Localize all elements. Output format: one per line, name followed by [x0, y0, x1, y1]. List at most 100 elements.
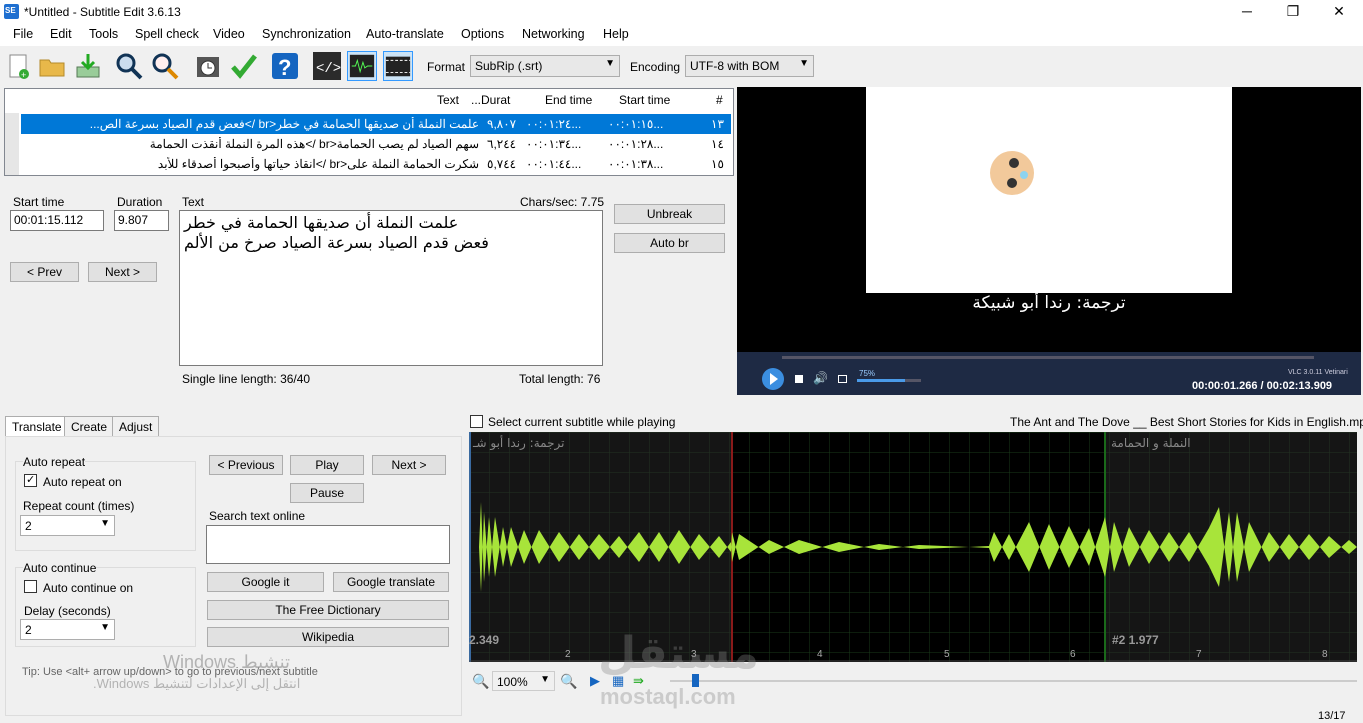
subtitle-text-editor[interactable]: علمت النملة أن صديقها الحمامة في خطر فعض… [179, 210, 603, 366]
auto-continue-checkbox[interactable] [24, 580, 37, 593]
zoom-select[interactable]: 100% ▼ [492, 671, 555, 691]
fullscreen-icon[interactable] [838, 375, 847, 383]
format-value: SubRip (.srt) [475, 59, 543, 73]
row-end: ٠٠:٠١:٢٤... [526, 117, 582, 131]
help-icon[interactable]: ? [270, 51, 300, 81]
open-folder-icon[interactable] [37, 51, 67, 81]
menu-spell-check[interactable]: Spell check [135, 27, 199, 41]
seek-bar[interactable] [782, 356, 1314, 359]
format-select[interactable]: SubRip (.srt) ▼ [470, 55, 620, 77]
menu-file[interactable]: File [13, 27, 33, 41]
ant-character-image [990, 151, 1034, 195]
title-bar: *Untitled - Subtitle Edit 3.6.13 ─ ❐ ✕ [0, 0, 1363, 24]
chevron-down-icon: ▼ [540, 674, 550, 685]
waveform-icon[interactable] [347, 51, 377, 81]
delay-label: Delay (seconds) [24, 604, 111, 618]
duration-input[interactable]: 9.807 [114, 210, 169, 231]
table-row[interactable]: شكرت الحمامة النملة على<br />انقاذ حياته… [21, 154, 731, 174]
search-online-input[interactable] [206, 525, 450, 564]
start-time-input[interactable]: 00:01:15.112 [10, 210, 104, 231]
menu-tools[interactable]: Tools [89, 27, 118, 41]
volume-percent: 75% [859, 369, 876, 378]
zoom-out-icon[interactable]: 🔍 [472, 673, 489, 690]
encoding-label: Encoding [630, 60, 681, 74]
auto-repeat-on-label: Auto repeat on [43, 475, 122, 489]
tab-create[interactable]: Create [64, 416, 115, 437]
stop-icon[interactable] [795, 375, 803, 383]
delay-select[interactable]: 2 ▼ [20, 619, 115, 640]
table-row[interactable]: علمت النملة أن صديقها الحمامة في خطر<br … [21, 114, 731, 134]
subtitle-grid[interactable]: Text ...Durat End time Start time # علمت… [4, 88, 734, 176]
pause-button[interactable]: Pause [290, 483, 364, 503]
close-button[interactable]: ✕ [1316, 0, 1362, 24]
google-translate-button[interactable]: Google translate [333, 572, 449, 592]
visual-sync-icon[interactable] [193, 51, 223, 81]
chevron-down-icon: ▼ [799, 58, 809, 69]
download-icon[interactable] [73, 51, 103, 81]
free-dictionary-button[interactable]: The Free Dictionary [207, 600, 449, 620]
zoom-value: 100% [497, 675, 528, 689]
row-num: ١٥ [711, 157, 724, 171]
waveform-label-left: ترجمة: رندا أبو شـ [473, 436, 565, 450]
prev-button[interactable]: < Prev [10, 262, 79, 282]
spell-check-icon[interactable] [229, 51, 259, 81]
wikipedia-button[interactable]: Wikipedia [207, 627, 449, 647]
auto-continue-on-label: Auto continue on [43, 581, 134, 595]
source-view-icon[interactable]: </> [312, 51, 342, 81]
column-header-start[interactable]: Start time [619, 93, 670, 107]
minimize-button[interactable]: ─ [1224, 0, 1270, 24]
volume-slider[interactable] [857, 379, 921, 382]
menu-options[interactable]: Options [461, 27, 504, 41]
select-current-checkbox[interactable] [470, 415, 483, 428]
tab-translate[interactable]: Translate [5, 416, 69, 437]
auto-br-button[interactable]: Auto br [614, 233, 725, 253]
repeat-count-select[interactable]: 2 ▼ [20, 515, 115, 536]
waveform-number-left: 2.349 [469, 633, 500, 647]
watermark-logo: مستقل [598, 628, 759, 679]
video-icon[interactable] [383, 51, 413, 81]
video-player[interactable]: ترجمة: رندا أبو شبيكة 🔊 75% VLC 3.0.11 V… [737, 87, 1361, 395]
encoding-select[interactable]: UTF-8 with BOM ▼ [685, 55, 814, 77]
auto-repeat-checkbox[interactable]: ✓ [24, 474, 37, 487]
play-button[interactable]: Play [290, 455, 364, 475]
menu-edit[interactable]: Edit [50, 27, 72, 41]
zoom-in-icon[interactable]: 🔍 [560, 673, 577, 690]
google-it-button[interactable]: Google it [207, 572, 324, 592]
video-subtitle: ترجمة: رندا أبو شبيكة [972, 293, 1126, 313]
chars-per-sec: Chars/sec: 7.75 [520, 195, 605, 209]
find-icon[interactable] [114, 51, 144, 81]
waveform-position-slider[interactable] [670, 674, 1357, 687]
next-button[interactable]: Next > [88, 262, 157, 282]
menu-networking[interactable]: Networking [522, 27, 585, 41]
tab-adjust[interactable]: Adjust [112, 416, 160, 437]
table-row[interactable]: سهم الصياد لم يصب الحمامة<br />هذه المرة… [21, 134, 731, 154]
menu-help[interactable]: Help [603, 27, 629, 41]
menu-synchronization[interactable]: Synchronization [262, 27, 351, 41]
menu-video[interactable]: Video [213, 27, 245, 41]
row-duration: ٦,٢٤٤ [487, 137, 517, 151]
menu-auto-translate[interactable]: Auto-translate [366, 27, 444, 41]
encoding-value: UTF-8 with BOM [690, 59, 780, 73]
column-header-text[interactable]: Text [437, 93, 459, 107]
start-time-label: Start time [13, 195, 65, 209]
window-title: *Untitled - Subtitle Edit 3.6.13 [24, 5, 181, 19]
repeat-count-value: 2 [25, 519, 32, 533]
maximize-button[interactable]: ❐ [1270, 0, 1316, 24]
replace-icon[interactable] [150, 51, 180, 81]
timeline-tick: 5 [944, 649, 950, 660]
grid-scrollbar[interactable] [5, 113, 19, 175]
play-icon[interactable] [761, 367, 785, 391]
new-file-icon[interactable]: + [3, 51, 33, 81]
subtitle-line-2: فعض قدم الصياد بسرعة الصياد صرخ من الألم [184, 233, 489, 252]
column-header-duration[interactable]: ...Durat [471, 93, 510, 107]
next-subtitle-button[interactable]: Next > [372, 455, 446, 475]
column-header-end[interactable]: End time [545, 93, 592, 107]
unbreak-button[interactable]: Unbreak [614, 204, 725, 224]
previous-button[interactable]: < Previous [209, 455, 283, 475]
chevron-down-icon: ▼ [605, 58, 615, 69]
volume-icon[interactable]: 🔊 [813, 371, 828, 385]
row-duration: ٩,٨٠٧ [487, 117, 517, 131]
column-header-num[interactable]: # [716, 93, 723, 107]
timeline-tick: 4 [817, 649, 823, 660]
row-duration: ٥,٧٤٤ [487, 157, 517, 171]
